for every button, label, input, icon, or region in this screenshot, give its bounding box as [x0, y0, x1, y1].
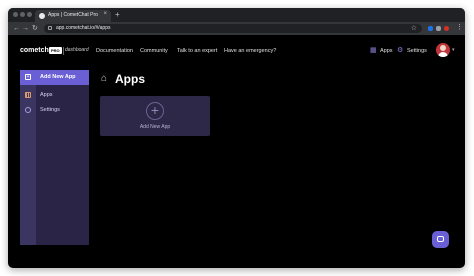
add-new-app-label: Add New App	[40, 74, 76, 80]
sidebar-item-settings[interactable]: Settings	[20, 103, 89, 117]
minimize-window-button[interactable]	[20, 12, 25, 17]
chat-launcher-button[interactable]	[432, 231, 449, 248]
nav-documentation[interactable]: Documentation	[96, 48, 133, 54]
header-settings-link[interactable]: Settings	[407, 48, 427, 54]
dashboard-label: dashboard	[65, 47, 89, 53]
browser-toolbar: ← → ↻ app.cometchat.io/#/apps ☆ ⋮	[8, 22, 465, 35]
grid-icon	[25, 92, 31, 98]
home-icon: ⌂	[101, 73, 108, 84]
tab-title: Apps | CometChat Pro	[48, 12, 98, 18]
sidebar: + Add New App Apps Settings	[20, 70, 89, 245]
extension-icon[interactable]	[428, 26, 433, 31]
browser-window: Apps | CometChat Pro × + ← → ↻ app.comet…	[8, 8, 465, 268]
lock-icon	[48, 26, 52, 30]
new-tab-button[interactable]: +	[115, 10, 120, 20]
back-arrow-icon[interactable]: ←	[13, 24, 20, 33]
user-avatar[interactable]	[436, 43, 450, 57]
sidebar-item-label: Apps	[40, 92, 53, 98]
extension-icon[interactable]	[436, 26, 441, 31]
add-new-app-button[interactable]: + Add New App	[20, 70, 89, 85]
browser-menu-icon[interactable]: ⋮	[456, 23, 463, 31]
nav-emergency[interactable]: Have an emergency?	[224, 48, 276, 54]
add-new-app-card[interactable]: + Add New App	[100, 96, 210, 136]
address-bar[interactable]: app.cometchat.io/#/apps ☆	[44, 24, 422, 33]
plus-circle-icon: +	[146, 102, 164, 120]
app-header: cometchat PRO dashboard Documentation Co…	[8, 35, 465, 68]
avatar-face	[440, 45, 446, 51]
tab-strip: Apps | CometChat Pro × +	[8, 8, 465, 22]
pro-badge: PRO	[49, 47, 62, 54]
close-window-button[interactable]	[13, 12, 18, 17]
browser-tab[interactable]: Apps | CometChat Pro ×	[35, 10, 111, 22]
sidebar-item-label: Settings	[40, 107, 60, 113]
chevron-down-icon[interactable]: ▾	[452, 47, 455, 53]
logo-divider	[63, 47, 64, 55]
url-text[interactable]: app.cometchat.io/#/apps	[56, 25, 110, 31]
tab-close-icon[interactable]: ×	[103, 11, 107, 17]
card-label: Add New App	[139, 124, 171, 130]
sidebar-item-apps[interactable]: Apps	[20, 88, 89, 102]
gear-icon	[25, 107, 31, 113]
forward-arrow-icon[interactable]: →	[22, 24, 29, 33]
bookmark-star-icon[interactable]: ☆	[411, 24, 417, 32]
reload-icon[interactable]: ↻	[32, 24, 38, 33]
avatar-body	[438, 52, 448, 57]
plus-icon: +	[25, 74, 31, 80]
nav-community[interactable]: Community	[140, 48, 168, 54]
favicon-icon	[39, 13, 45, 19]
page-title: Apps	[115, 72, 145, 86]
maximize-window-button[interactable]	[27, 12, 32, 17]
header-apps-link[interactable]: Apps	[380, 48, 393, 54]
chat-bubble-icon	[437, 236, 444, 242]
apps-grid-icon[interactable]: ▦	[370, 47, 377, 55]
nav-talk-to-expert[interactable]: Talk to an expert	[177, 48, 217, 54]
profile-icon[interactable]	[444, 26, 449, 31]
settings-gear-icon[interactable]: ⚙	[397, 47, 403, 55]
